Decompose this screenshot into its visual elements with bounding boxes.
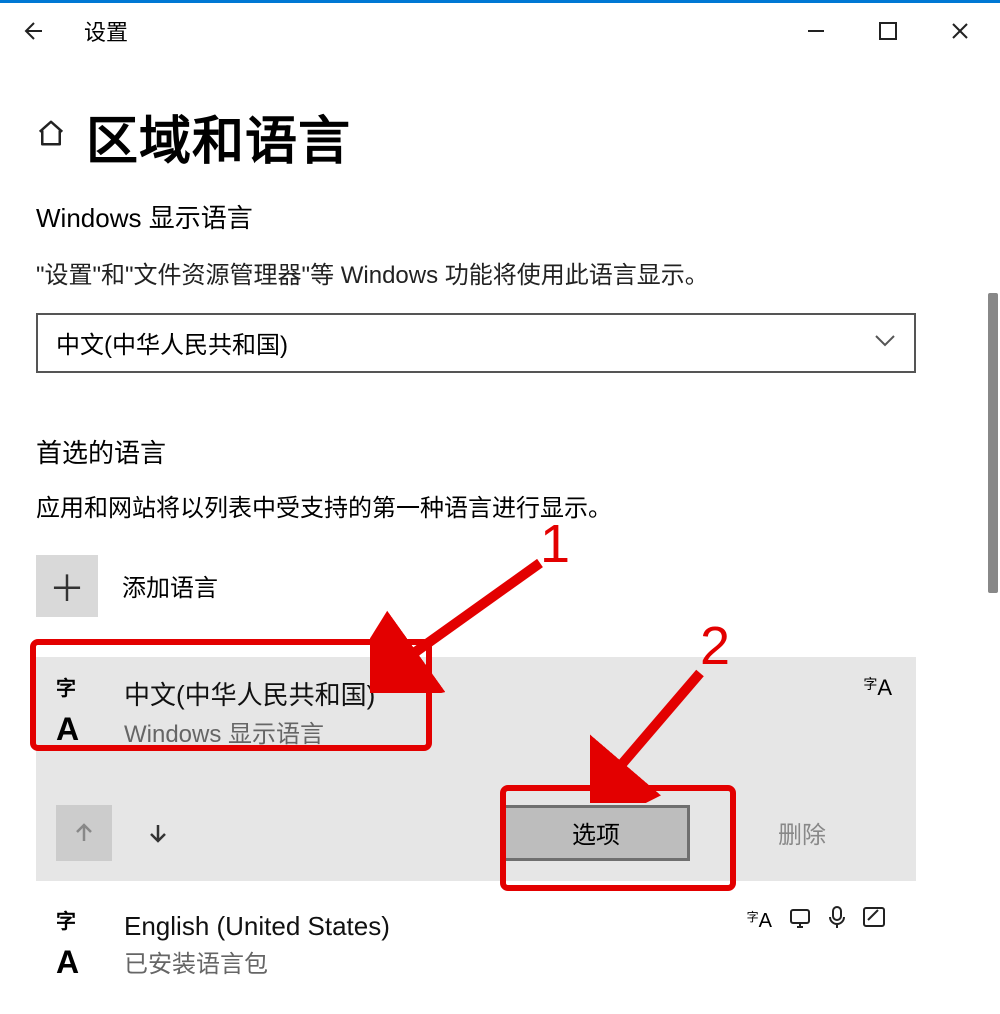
language-name: 中文(中华人民共和国) [124, 675, 375, 712]
arrow-up-icon [73, 822, 95, 844]
close-button[interactable] [924, 3, 996, 59]
move-down-button[interactable] [130, 805, 186, 861]
plus-icon: ＋ [36, 555, 98, 617]
language-name: English (United States) [124, 911, 390, 942]
delete-label: 删除 [778, 815, 826, 850]
speech-recognition-icon [828, 905, 846, 935]
options-label: 选项 [572, 815, 620, 850]
window-title: 设置 [60, 15, 128, 47]
arrow-down-icon [147, 822, 169, 844]
language-feature-icon: 字A [863, 675, 892, 701]
preferred-languages-description: 应用和网站将以列表中受支持的第一种语言进行显示。 [36, 488, 964, 523]
language-glyph-icon: 字A [56, 685, 110, 739]
delete-button[interactable]: 删除 [708, 805, 896, 861]
display-language-selected: 中文(中华人民共和国) [56, 325, 288, 360]
language-item-chinese[interactable]: 字A 中文(中华人民共和国) Windows 显示语言 字A 选项 删除 [36, 657, 916, 881]
arrow-left-icon [20, 19, 44, 43]
language-subtitle: 已安装语言包 [124, 944, 390, 979]
chevron-down-icon [874, 331, 896, 354]
handwriting-icon [862, 906, 886, 934]
options-button[interactable]: 选项 [502, 805, 690, 861]
preferred-languages-heading: 首选的语言 [36, 433, 964, 470]
display-language-description: "设置"和"文件资源管理器"等 Windows 功能将使用此语言显示。 [36, 259, 964, 293]
back-button[interactable] [4, 3, 60, 59]
display-language-heading: Windows 显示语言 [36, 198, 964, 235]
language-item-english[interactable]: 字A English (United States) 已安装语言包 字A [36, 911, 916, 979]
page-title: 区域和语言 [86, 99, 351, 174]
close-icon [951, 22, 969, 40]
move-up-button[interactable] [56, 805, 112, 861]
minimize-icon [807, 22, 825, 40]
minimize-button[interactable] [780, 3, 852, 59]
maximize-icon [879, 22, 897, 40]
display-language-icon: 字A [747, 907, 772, 933]
add-language-label: 添加语言 [122, 568, 218, 603]
language-feature-icons: 字A [747, 905, 886, 935]
annotation-label-2: 2 [700, 615, 730, 677]
add-language-button[interactable]: ＋ 添加语言 [36, 555, 964, 617]
window-controls [780, 3, 996, 59]
page-header: 区域和语言 [0, 59, 1000, 194]
language-glyph-icon: 字A [56, 918, 110, 972]
annotation-label-1: 1 [540, 513, 570, 575]
home-icon[interactable] [36, 118, 66, 155]
display-language-dropdown[interactable]: 中文(中华人民共和国) [36, 313, 916, 373]
text-to-speech-icon [788, 906, 812, 934]
window-titlebar: 设置 [0, 3, 1000, 59]
maximize-button[interactable] [852, 3, 924, 59]
language-subtitle: Windows 显示语言 [124, 714, 375, 749]
scrollbar[interactable] [988, 293, 998, 593]
